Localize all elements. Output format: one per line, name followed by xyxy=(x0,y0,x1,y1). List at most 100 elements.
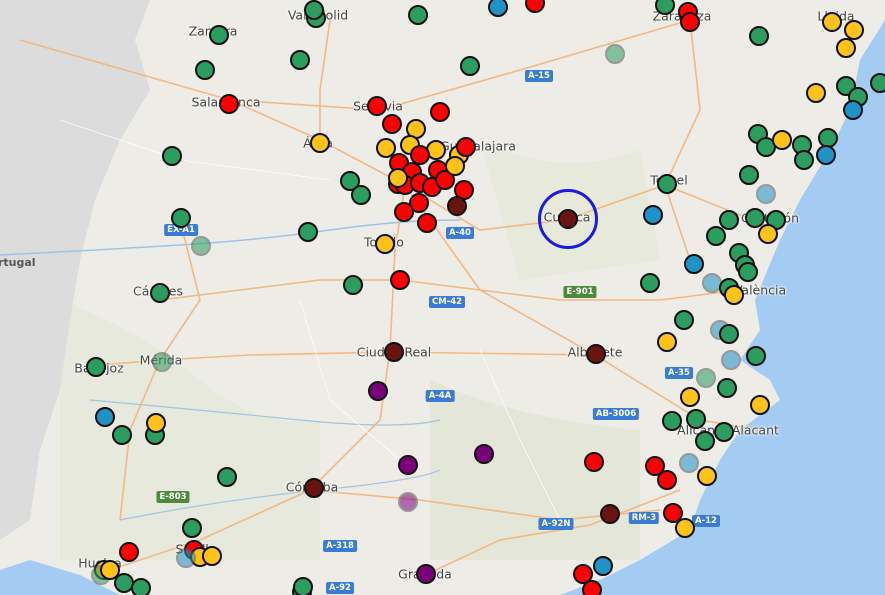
station-marker-green[interactable] xyxy=(298,222,318,242)
station-marker-blue[interactable] xyxy=(95,407,115,427)
station-marker-blue[interactable] xyxy=(756,184,776,204)
road-shield-a15: A-15 xyxy=(525,70,553,82)
station-marker-green[interactable] xyxy=(674,310,694,330)
station-marker-yellow[interactable] xyxy=(750,395,770,415)
road-shield-a12: A-12 xyxy=(692,515,720,527)
station-marker-red[interactable] xyxy=(119,542,139,562)
road-shield-a92n: A-92N xyxy=(538,518,574,530)
station-marker-green[interactable] xyxy=(719,324,739,344)
station-marker-red[interactable] xyxy=(219,94,239,114)
station-marker-green[interactable] xyxy=(195,60,215,80)
selected-marker-ring[interactable] xyxy=(538,189,598,249)
road-shield-a35: A-35 xyxy=(665,367,693,379)
station-marker-green[interactable] xyxy=(290,50,310,70)
station-marker-green[interactable] xyxy=(738,262,758,282)
station-marker-red[interactable] xyxy=(417,213,437,233)
station-marker-green[interactable] xyxy=(662,411,682,431)
station-marker-darkred[interactable] xyxy=(600,504,620,524)
station-marker-yellow[interactable] xyxy=(844,20,864,40)
station-marker-green[interactable] xyxy=(605,44,625,64)
station-marker-green[interactable] xyxy=(460,56,480,76)
station-marker-blue[interactable] xyxy=(679,453,699,473)
station-marker-yellow[interactable] xyxy=(310,133,330,153)
station-marker-green[interactable] xyxy=(131,578,151,595)
station-marker-green[interactable] xyxy=(171,208,191,228)
station-marker-yellow[interactable] xyxy=(388,168,408,188)
station-marker-green[interactable] xyxy=(152,352,172,372)
station-marker-darkred[interactable] xyxy=(447,196,467,216)
station-marker-blue[interactable] xyxy=(684,254,704,274)
station-marker-purple[interactable] xyxy=(416,564,436,584)
station-marker-green[interactable] xyxy=(351,185,371,205)
station-marker-blue[interactable] xyxy=(593,556,613,576)
station-marker-green[interactable] xyxy=(343,275,363,295)
station-marker-blue[interactable] xyxy=(176,548,196,568)
road-shield-a318: A-318 xyxy=(323,540,357,552)
station-marker-green[interactable] xyxy=(209,25,229,45)
station-marker-purple[interactable] xyxy=(398,492,418,512)
station-marker-green[interactable] xyxy=(217,467,237,487)
station-marker-darkred[interactable] xyxy=(384,342,404,362)
station-marker-green[interactable] xyxy=(191,236,211,256)
station-marker-green[interactable] xyxy=(150,283,170,303)
station-marker-blue[interactable] xyxy=(843,100,863,120)
station-marker-yellow[interactable] xyxy=(680,387,700,407)
station-marker-blue[interactable] xyxy=(721,350,741,370)
station-marker-yellow[interactable] xyxy=(772,130,792,150)
station-marker-green[interactable] xyxy=(696,368,716,388)
station-marker-green[interactable] xyxy=(717,378,737,398)
station-marker-green[interactable] xyxy=(706,226,726,246)
station-marker-green[interactable] xyxy=(739,165,759,185)
station-marker-red[interactable] xyxy=(382,114,402,134)
station-marker-purple[interactable] xyxy=(368,381,388,401)
station-marker-yellow[interactable] xyxy=(202,546,222,566)
station-marker-yellow[interactable] xyxy=(375,234,395,254)
station-marker-yellow[interactable] xyxy=(758,224,778,244)
station-marker-red[interactable] xyxy=(394,202,414,222)
station-marker-yellow[interactable] xyxy=(675,518,695,538)
station-marker-red[interactable] xyxy=(430,102,450,122)
station-marker-red[interactable] xyxy=(367,96,387,116)
station-marker-green[interactable] xyxy=(794,150,814,170)
station-marker-yellow[interactable] xyxy=(806,83,826,103)
station-marker-green[interactable] xyxy=(870,73,885,93)
map-canvas[interactable]: rtugal Zamora Valladolid Zaragoza Lleida… xyxy=(0,0,885,595)
station-marker-green[interactable] xyxy=(86,357,106,377)
station-marker-red[interactable] xyxy=(582,580,602,595)
station-marker-red[interactable] xyxy=(390,270,410,290)
station-marker-red[interactable] xyxy=(657,470,677,490)
road-shield-a40: A-40 xyxy=(446,227,474,239)
station-marker-green[interactable] xyxy=(657,174,677,194)
road-shield-rm3: RM-3 xyxy=(628,512,660,524)
station-marker-yellow[interactable] xyxy=(697,466,717,486)
station-marker-green[interactable] xyxy=(408,5,428,25)
station-marker-purple[interactable] xyxy=(398,455,418,475)
station-marker-green[interactable] xyxy=(293,577,313,595)
station-marker-green[interactable] xyxy=(746,346,766,366)
station-marker-green[interactable] xyxy=(640,273,660,293)
station-marker-darkred[interactable] xyxy=(304,478,324,498)
station-marker-purple[interactable] xyxy=(474,444,494,464)
station-marker-yellow[interactable] xyxy=(836,38,856,58)
road-shield-cm42: CM-42 xyxy=(428,296,466,308)
station-marker-green[interactable] xyxy=(749,26,769,46)
station-marker-yellow[interactable] xyxy=(822,12,842,32)
station-marker-blue[interactable] xyxy=(643,205,663,225)
station-marker-green[interactable] xyxy=(162,146,182,166)
station-marker-green[interactable] xyxy=(112,425,132,445)
station-marker-yellow[interactable] xyxy=(657,332,677,352)
station-marker-blue[interactable] xyxy=(816,145,836,165)
station-marker-yellow[interactable] xyxy=(724,285,744,305)
station-marker-green[interactable] xyxy=(714,422,734,442)
station-marker-red[interactable] xyxy=(584,452,604,472)
station-marker-yellow[interactable] xyxy=(445,156,465,176)
road-shield-ab3006: AB-3006 xyxy=(592,408,640,420)
station-marker-darkred[interactable] xyxy=(586,344,606,364)
station-marker-green[interactable] xyxy=(304,0,324,20)
station-marker-yellow[interactable] xyxy=(146,413,166,433)
station-marker-green[interactable] xyxy=(686,409,706,429)
station-marker-green[interactable] xyxy=(695,431,715,451)
station-marker-green[interactable] xyxy=(182,518,202,538)
station-marker-red[interactable] xyxy=(456,137,476,157)
station-marker-red[interactable] xyxy=(680,12,700,32)
